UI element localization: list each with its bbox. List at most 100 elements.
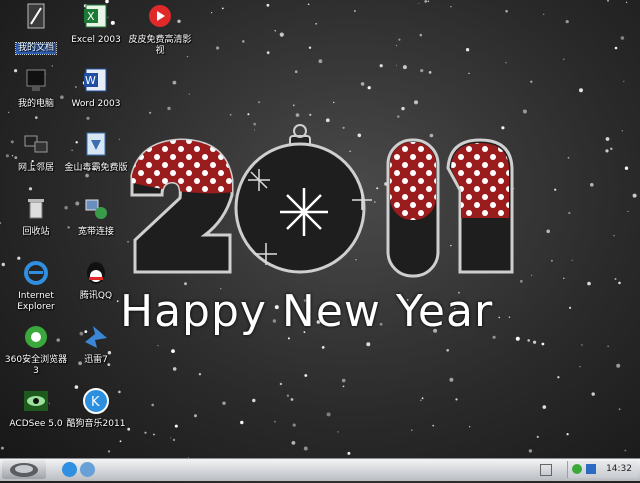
xunlei-icon	[81, 322, 111, 352]
snowflake-dot	[299, 200, 302, 203]
word-icon: W	[81, 66, 111, 96]
snowflake-dot	[145, 231, 151, 236]
snowflake-dot	[432, 424, 435, 427]
snowflake-dot	[392, 196, 395, 199]
snowflake-dot	[176, 267, 178, 269]
tray-toggle-icon[interactable]	[540, 464, 552, 476]
desktop-icon-xunlei[interactable]: 迅雷7	[60, 322, 132, 366]
snowflake-dot	[321, 346, 325, 349]
desktop-icon-qq[interactable]: 腾讯QQ	[60, 258, 132, 302]
snowflake-dot	[533, 340, 537, 344]
start-button[interactable]	[2, 460, 46, 479]
snowflake-dot	[505, 9, 508, 13]
snowflake-dot	[542, 405, 547, 409]
snowflake-dot	[149, 111, 152, 114]
snowflake-dot	[355, 259, 357, 261]
quick-launch-show-desktop-icon[interactable]	[80, 462, 95, 477]
snowflake-dot	[614, 46, 618, 50]
snowflake-dot	[353, 234, 357, 238]
snowflake-dot	[157, 344, 159, 347]
snowflake-dot	[303, 446, 308, 451]
pipi-video-icon	[145, 2, 175, 32]
snowflake-dot	[127, 240, 130, 243]
snowflake-dot	[86, 116, 90, 120]
snowflake-dot	[610, 147, 613, 150]
taskbar-clock[interactable]: 14:32	[606, 464, 632, 474]
tray-volume-icon[interactable]	[586, 464, 596, 474]
snowflake-dot	[625, 1, 628, 4]
snowflake-dot	[333, 101, 335, 104]
snowflake-dot	[291, 441, 296, 445]
desktop-icon-kugou[interactable]: K 酷狗音乐2011	[60, 386, 132, 430]
snowflake-dot	[515, 336, 520, 341]
snowflake-dot	[420, 69, 424, 73]
happy-new-year-text: Happy New Year	[120, 286, 494, 337]
snowflake-dot	[35, 116, 38, 119]
snowflake-dot	[528, 449, 533, 453]
snowflake-dot	[347, 451, 351, 455]
snowflake-dot	[142, 159, 144, 162]
snowflake-dot	[283, 251, 285, 253]
snowflake-dot	[152, 247, 156, 251]
snowflake-dot	[519, 279, 523, 283]
snowflake-dot	[311, 186, 315, 190]
snowflake-dot	[119, 440, 122, 443]
desktop-icon-excel[interactable]: X Excel 2003	[60, 2, 132, 46]
snowflake-dot	[565, 20, 569, 24]
snowflake-dot	[530, 80, 533, 83]
snowflake-dot	[395, 44, 398, 47]
start-orb-icon	[10, 463, 38, 477]
snowflake-dot	[554, 188, 557, 191]
snowflake-dot	[247, 113, 250, 116]
snowflake-dot	[274, 420, 276, 423]
kingsoft-antivirus-icon	[81, 130, 111, 160]
snowflake-dot	[191, 175, 195, 179]
snowflake-dot	[266, 51, 270, 55]
desktop-icon-broadband[interactable]: 宽带连接	[60, 194, 132, 238]
snowflake-dot	[389, 175, 392, 177]
snowflake-dot	[571, 259, 573, 261]
snowflake-dot	[294, 70, 298, 73]
snowflake-dot	[632, 193, 637, 198]
desktop-icon-word[interactable]: W Word 2003	[60, 66, 132, 110]
my-documents-icon	[21, 2, 51, 32]
snowflake-dot	[161, 216, 163, 218]
snowflake-dot	[469, 426, 471, 428]
snowflake-dot	[360, 82, 365, 86]
snowflake-dot	[623, 80, 625, 83]
quick-launch-ie-icon[interactable]	[62, 462, 77, 477]
internet-explorer-icon	[21, 258, 51, 288]
snowflake-dot	[266, 3, 270, 7]
snowflake-dot	[449, 377, 454, 382]
snowflake-dot	[536, 435, 539, 438]
snowflake-dot	[357, 133, 362, 138]
snowflake-dot	[222, 401, 226, 405]
snowflake-dot	[543, 13, 545, 15]
desktop-icon-pipi-video[interactable]: 皮皮免费高清影视	[124, 2, 196, 57]
snowflake-dot	[366, 342, 371, 347]
desktop-icon-kingsoft-antivirus[interactable]: 金山毒霸免费版	[60, 130, 132, 174]
snowflake-dot	[224, 159, 226, 161]
snowflake-dot	[531, 274, 533, 276]
snowflake-dot	[167, 106, 171, 111]
snowflake-dot	[367, 86, 371, 90]
snowflake-dot	[398, 38, 401, 41]
snowflake-dot	[618, 408, 621, 411]
snowflake-dot	[85, 173, 89, 178]
snowflake-dot	[557, 376, 560, 379]
snowflake-dot	[107, 450, 111, 453]
snowflake-dot	[253, 122, 257, 126]
snowflake-dot	[198, 373, 202, 376]
snowflake-dot	[326, 412, 331, 417]
snowflake-dot	[341, 378, 346, 383]
tray-network-icon[interactable]	[572, 464, 582, 474]
broadband-connection-icon	[81, 194, 111, 224]
snowflake-dot	[401, 106, 405, 111]
snowflake-dot	[286, 394, 290, 397]
snowflake-dot	[353, 10, 356, 12]
snowflake-dot	[567, 156, 570, 159]
snowflake-dot	[283, 231, 285, 233]
snowflake-dot	[618, 281, 621, 285]
snowflake-dot	[172, 438, 176, 442]
acdsee-icon	[21, 386, 51, 416]
